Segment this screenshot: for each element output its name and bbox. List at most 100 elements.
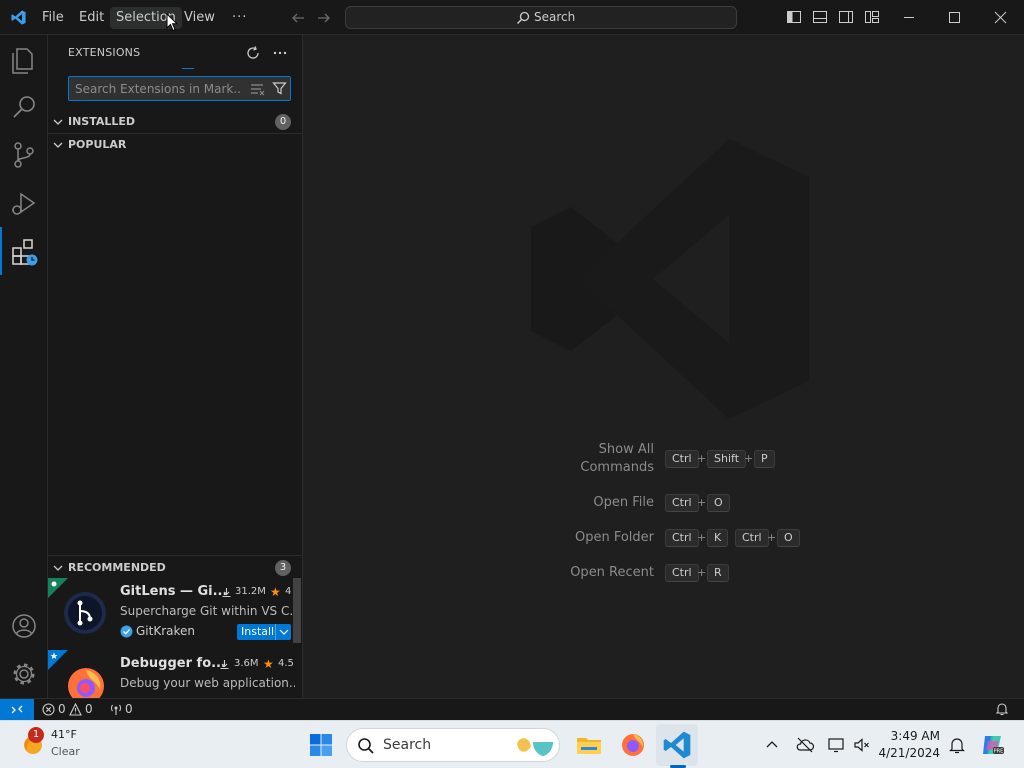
more-actions-icon[interactable] [272, 45, 288, 61]
extension-search-box[interactable] [68, 76, 291, 101]
vscode-taskbar-icon[interactable] [661, 729, 693, 761]
section-popular-label: POPULAR [68, 138, 127, 151]
install-options-dropdown[interactable] [275, 624, 291, 640]
plus-sign: + [744, 452, 754, 465]
clock-time[interactable]: 3:49 AM [878, 729, 940, 743]
keycap: Ctrl [665, 450, 699, 468]
extension-item-gitlens[interactable]: GitLens — Gi... 31.2M ★ 4 Supercharge Gi… [48, 578, 302, 650]
progress-indicator [182, 68, 194, 69]
taskbar-search-box[interactable]: Search [346, 728, 560, 762]
shortcut-label: Show All Commands [580, 441, 654, 477]
weather-condition: Clear [51, 745, 80, 758]
weather-temperature: 41°F [51, 728, 77, 741]
back-arrow-icon[interactable] [290, 10, 306, 26]
manage-gear-icon[interactable] [0, 650, 48, 698]
install-button[interactable]: Install [237, 624, 279, 640]
close-button[interactable] [978, 0, 1024, 35]
extension-item-debugger[interactable]: Debugger fo... 3.6M ★ 4.5 Debug your web… [48, 650, 302, 698]
menu-edit[interactable]: Edit [73, 7, 110, 29]
plus-sign: + [697, 496, 707, 509]
source-control-icon[interactable] [0, 131, 48, 179]
remote-icon [11, 705, 23, 714]
extensions-icon[interactable] [0, 227, 48, 275]
menu-file[interactable]: File [36, 7, 70, 29]
recommended-count-badge: 3 [275, 560, 291, 576]
notifications-bell-icon[interactable] [995, 702, 1009, 716]
recommended-corner-icon [48, 650, 68, 670]
extension-search-input[interactable] [75, 80, 240, 97]
warning-count: 0 [85, 702, 93, 716]
windows-start-icon[interactable] [305, 729, 337, 761]
section-installed-label: INSTALLED [68, 115, 136, 128]
download-count: 31.2M [235, 586, 266, 597]
extension-publisher: GitKraken [136, 624, 196, 638]
display-icon[interactable] [827, 736, 845, 754]
filter-icon[interactable] [272, 81, 287, 96]
plus-sign: + [697, 452, 707, 465]
keycap: Ctrl [665, 494, 699, 512]
taskbar-search-label: Search [383, 737, 432, 753]
copilot-icon[interactable]: PRE [979, 732, 1005, 758]
accounts-icon[interactable] [0, 602, 48, 650]
explorer-icon[interactable] [0, 35, 48, 83]
extension-name: GitLens — Gi... [120, 584, 228, 599]
star-icon: ★ [270, 585, 281, 599]
keycap: K [707, 529, 729, 547]
onedrive-offline-icon[interactable] [795, 736, 815, 754]
clear-filter-icon[interactable] [250, 82, 266, 96]
shortcut-label: Open File [593, 495, 654, 510]
plus-sign: + [697, 566, 707, 579]
refresh-icon[interactable] [245, 45, 261, 61]
run-debug-icon[interactable] [0, 179, 48, 227]
menu-more[interactable]: ··· [226, 7, 253, 29]
extensions-sidebar: EXTENSIONS INSTALLED 0 POPULAR RECOMMEND… [48, 35, 303, 698]
download-icon [219, 659, 230, 670]
gitlens-logo-icon [63, 591, 107, 635]
chevron-down-icon [53, 142, 63, 148]
file-explorer-icon[interactable] [573, 729, 605, 761]
command-center-search[interactable]: Search [345, 6, 737, 29]
vscode-watermark-icon [525, 135, 813, 423]
notification-bell-icon[interactable] [948, 736, 966, 754]
section-popular[interactable]: POPULAR [48, 134, 302, 156]
activity-bar [0, 35, 48, 698]
verified-publisher-icon [120, 625, 133, 638]
warning-icon[interactable] [69, 703, 82, 716]
chevron-up-icon[interactable] [764, 737, 780, 753]
editor-area: Show All Commands Ctrl + Shift + P Open … [303, 35, 1024, 698]
clock-date[interactable]: 4/21/2024 [878, 746, 940, 760]
remote-indicator[interactable] [0, 699, 34, 720]
firefox-taskbar-icon[interactable] [617, 729, 649, 761]
toggle-primary-sidebar-icon[interactable] [786, 9, 802, 25]
section-recommended[interactable]: RECOMMENDED 3 [48, 557, 302, 579]
sidebar-scrollbar[interactable] [293, 578, 301, 643]
keycap: Ctrl [665, 564, 699, 582]
firefox-logo-icon [66, 666, 106, 698]
shortcut-label-line2: Commands [580, 460, 654, 475]
customize-layout-icon[interactable] [864, 9, 880, 25]
shortcut-label: Open Recent [570, 565, 654, 580]
forward-arrow-icon[interactable] [316, 10, 332, 26]
plus-sign: + [767, 531, 777, 544]
section-recommended-label: RECOMMENDED [68, 561, 166, 574]
windows-taskbar: 1 41°F Clear Search 3:49 AM 4/21/2024 PR… [0, 720, 1024, 768]
title-bar: File Edit Selection View ··· Search [0, 0, 1024, 35]
toggle-secondary-sidebar-icon[interactable] [838, 9, 854, 25]
toggle-panel-icon[interactable] [812, 9, 828, 25]
minimize-button[interactable] [886, 0, 932, 35]
download-count: 3.6M [234, 658, 259, 669]
command-center-label: Search [534, 10, 576, 24]
error-icon[interactable] [42, 703, 55, 716]
section-installed[interactable]: INSTALLED 0 [48, 111, 302, 133]
search-view-icon[interactable] [0, 83, 48, 131]
extension-description: Supercharge Git within VS C... [120, 604, 295, 618]
keycap: O [777, 529, 800, 547]
ports-broadcast-icon[interactable] [109, 703, 123, 716]
maximize-button[interactable] [932, 0, 978, 35]
status-bar: 0 0 0 [0, 698, 1024, 720]
menu-view[interactable]: View [178, 7, 221, 29]
section-divider [48, 555, 302, 556]
keycap: R [707, 564, 729, 582]
shortcut-label-line1: Show All [598, 442, 654, 457]
volume-muted-icon[interactable] [853, 736, 871, 754]
